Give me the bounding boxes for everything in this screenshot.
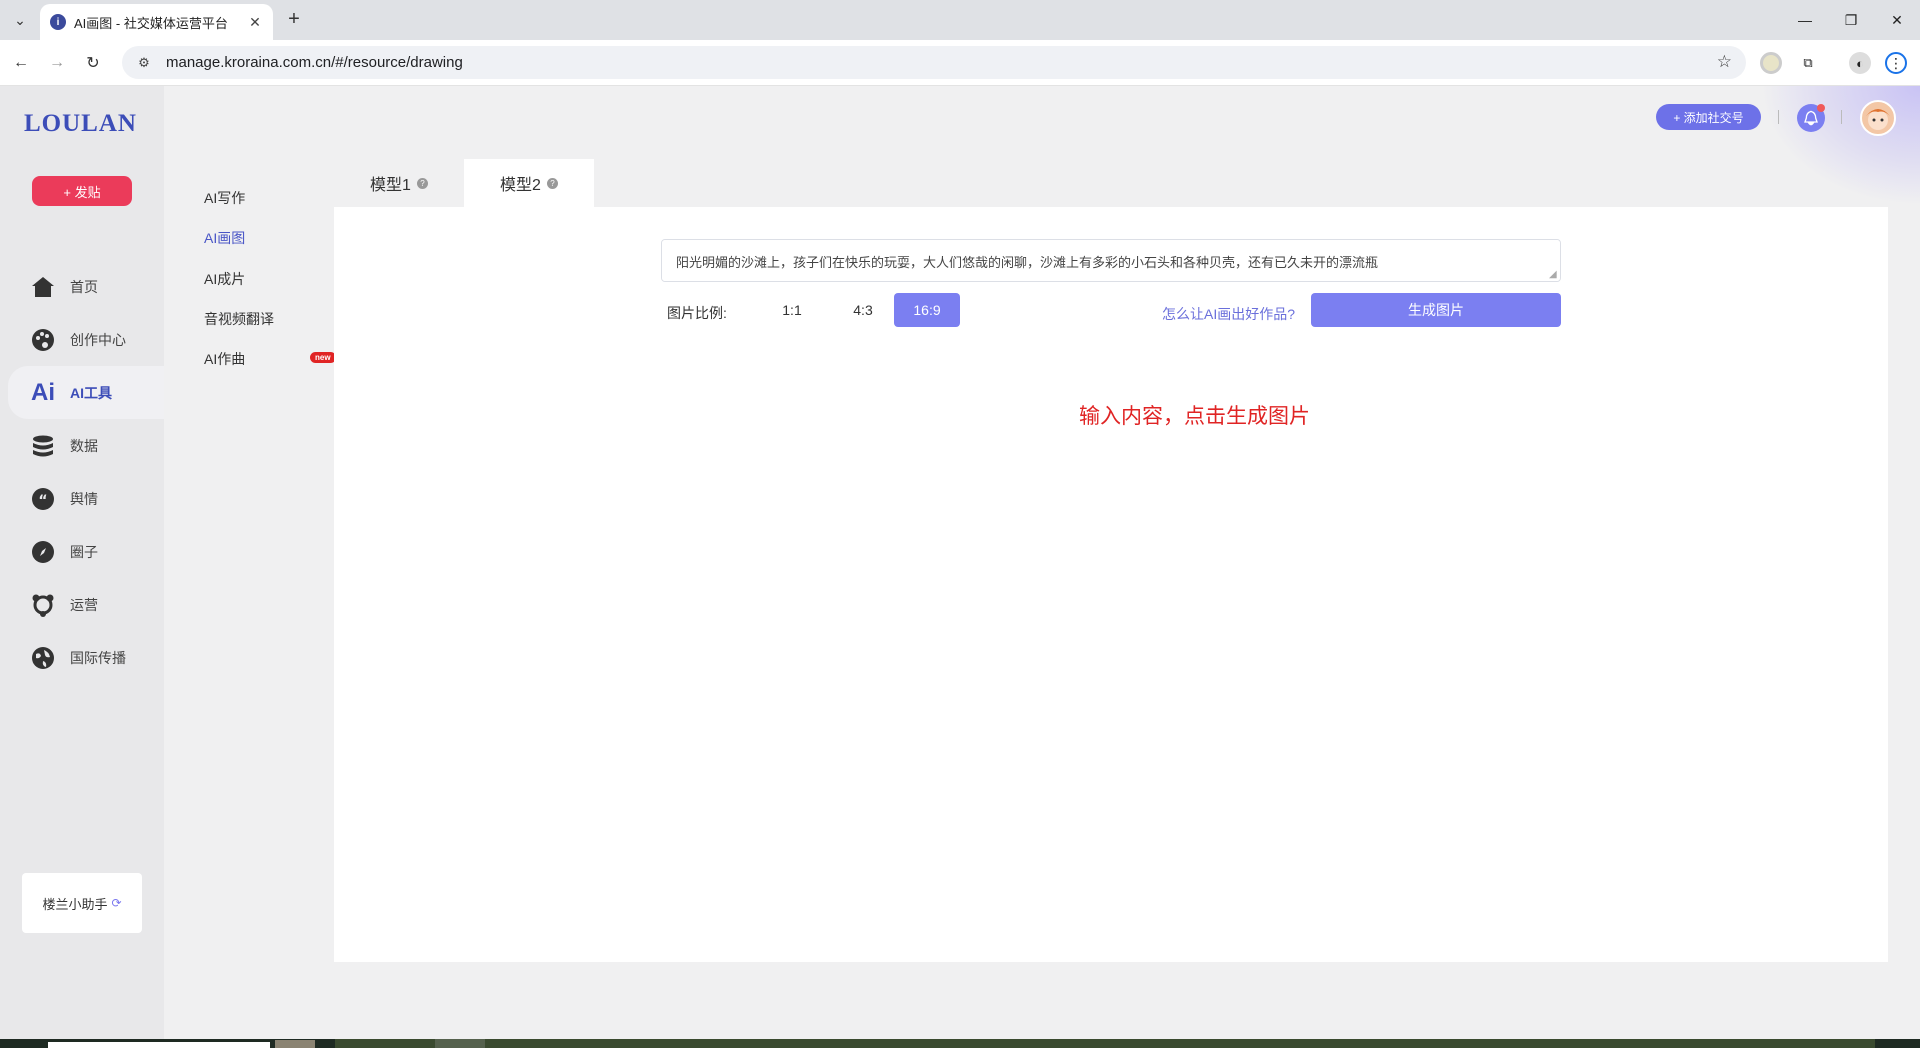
- address-bar[interactable]: ⚙ manage.kroraina.com.cn/#/resource/draw…: [122, 46, 1746, 79]
- logo[interactable]: LOULAN: [24, 110, 137, 138]
- compass-icon: [30, 539, 56, 565]
- profile-icon[interactable]: ◐: [1849, 52, 1871, 74]
- ai-icon: Ai: [31, 378, 55, 406]
- taskbar-thumbnail[interactable]: [275, 1040, 315, 1048]
- ratio-option-16-9[interactable]: 16:9: [894, 293, 960, 327]
- avatar[interactable]: [1860, 100, 1896, 136]
- nav-item-data[interactable]: 数据: [0, 419, 164, 472]
- nav-label: 首页: [70, 278, 98, 295]
- generate-image-button[interactable]: 生成图片: [1311, 293, 1561, 327]
- nav-label: 国际传播: [70, 649, 126, 666]
- nav-label: 创作中心: [70, 331, 126, 348]
- app: LOULAN + 发贴 首页 创作中心 Ai AI工具 数据 “ 舆情 圈子 运…: [0, 86, 1920, 1039]
- tab-title: AI画图 - 社交媒体运营平台: [74, 15, 228, 31]
- drawing-panel: 阳光明媚的沙滩上，孩子们在快乐的玩耍，大人们悠哉的闲聊，沙滩上有多彩的小石头和各…: [334, 207, 1888, 962]
- back-icon[interactable]: ←: [8, 50, 34, 76]
- menu-icon[interactable]: ⋮: [1885, 52, 1907, 74]
- prompt-input[interactable]: 阳光明媚的沙滩上，孩子们在快乐的玩耍，大人们悠哉的闲聊，沙滩上有多彩的小石头和各…: [661, 239, 1561, 282]
- post-button[interactable]: + 发贴: [32, 176, 132, 206]
- tab-label: 模型1: [370, 177, 411, 194]
- home-icon: [30, 274, 56, 300]
- palette-icon: [30, 327, 56, 353]
- add-social-account-button[interactable]: + 添加社交号: [1656, 104, 1761, 130]
- empty-state-hint: 输入内容，点击生成图片: [1079, 405, 1310, 428]
- nav-item-ai-tools[interactable]: Ai AI工具: [8, 366, 164, 419]
- nav-item-operations[interactable]: 运营: [0, 578, 164, 631]
- nav-label: 舆情: [70, 490, 98, 507]
- browser-tabstrip: ⌄ i AI画图 - 社交媒体运营平台 ✕ + — ❐ ✕: [0, 0, 1920, 40]
- network-icon: [30, 592, 56, 618]
- os-taskbar: [0, 1039, 1920, 1048]
- taskbar-item[interactable]: [435, 1039, 485, 1048]
- sidebar: LOULAN + 发贴 首页 创作中心 Ai AI工具 数据 “ 舆情 圈子 运…: [0, 86, 164, 1039]
- assistant-label: 楼兰小助手: [42, 896, 108, 912]
- restore-icon[interactable]: ❐: [1828, 0, 1874, 40]
- subnav-ai-drawing[interactable]: AI画图: [204, 228, 245, 248]
- browser-tab[interactable]: i AI画图 - 社交媒体运营平台 ✕: [40, 4, 273, 40]
- nav-label: 圈子: [70, 543, 98, 560]
- nav-item-home[interactable]: 首页: [0, 260, 164, 313]
- taskbar-search[interactable]: [48, 1042, 270, 1048]
- help-icon[interactable]: ?: [416, 177, 428, 189]
- site-favicon-icon: i: [50, 14, 66, 30]
- nav-label: 运营: [70, 596, 98, 613]
- forward-icon[interactable]: →: [44, 50, 70, 76]
- bookmark-star-icon[interactable]: ☆: [1717, 52, 1732, 72]
- puzzle-icon[interactable]: ⧉: [1797, 52, 1819, 74]
- nav-item-circle[interactable]: 圈子: [0, 525, 164, 578]
- help-icon[interactable]: ?: [546, 177, 558, 189]
- ai-tools-subnav: AI写作 AI画图 AI成片 音视频翻译 AI作曲 new: [164, 86, 336, 1039]
- svg-text:“: “: [38, 493, 47, 509]
- database-icon: [30, 433, 56, 459]
- close-tab-icon[interactable]: ✕: [247, 14, 263, 31]
- url-text[interactable]: manage.kroraina.com.cn/#/resource/drawin…: [166, 54, 463, 71]
- divider: [1841, 110, 1842, 124]
- main-nav: 首页 创作中心 Ai AI工具 数据 “ 舆情 圈子 运营 国际传播: [0, 260, 164, 684]
- subnav-ai-video[interactable]: AI成片: [204, 269, 245, 289]
- refresh-icon[interactable]: ⟳: [111, 896, 121, 910]
- divider: [1778, 110, 1779, 124]
- site-info-icon[interactable]: ⚙: [132, 55, 156, 71]
- tab-model-1[interactable]: 模型1 ?: [334, 159, 464, 207]
- new-badge: new: [310, 352, 336, 363]
- nav-item-sentiment[interactable]: “ 舆情: [0, 472, 164, 525]
- nav-item-international[interactable]: 国际传播: [0, 631, 164, 684]
- close-window-icon[interactable]: ✕: [1874, 0, 1920, 40]
- quote-icon: “: [30, 486, 56, 512]
- tab-model-2[interactable]: 模型2 ?: [464, 159, 594, 207]
- tab-label: 模型2: [500, 177, 541, 194]
- subnav-label: AI作曲: [204, 351, 246, 367]
- ratio-option-4-3[interactable]: 4:3: [830, 293, 896, 327]
- globe-icon: [30, 645, 56, 671]
- tab-search-icon[interactable]: ⌄: [8, 8, 32, 32]
- resize-handle-icon[interactable]: ◢: [1549, 270, 1559, 280]
- header-decoration: [1760, 86, 1920, 206]
- subnav-ai-writing[interactable]: AI写作: [204, 188, 245, 208]
- browser-toolbar: ← → ↻ ⚙ manage.kroraina.com.cn/#/resourc…: [0, 40, 1920, 86]
- new-tab-icon[interactable]: +: [282, 8, 306, 32]
- nav-label: 数据: [70, 437, 98, 454]
- extension-icon[interactable]: [1760, 52, 1782, 74]
- nav-item-creation[interactable]: 创作中心: [0, 313, 164, 366]
- subnav-av-translation[interactable]: 音视频翻译: [204, 309, 274, 329]
- subnav-ai-music[interactable]: AI作曲 new: [204, 349, 336, 369]
- notification-dot: [1817, 104, 1825, 112]
- reload-icon[interactable]: ↻: [80, 50, 106, 76]
- howto-link[interactable]: 怎么让AI画出好作品?: [1162, 304, 1295, 324]
- taskbar-background: [335, 1039, 1875, 1048]
- nav-label: AI工具: [70, 384, 112, 401]
- ratio-label: 图片比例:: [667, 305, 727, 321]
- assistant-card[interactable]: 楼兰小助手 ⟳: [22, 873, 142, 933]
- ratio-option-1-1[interactable]: 1:1: [759, 293, 825, 327]
- minimize-icon[interactable]: —: [1782, 0, 1828, 40]
